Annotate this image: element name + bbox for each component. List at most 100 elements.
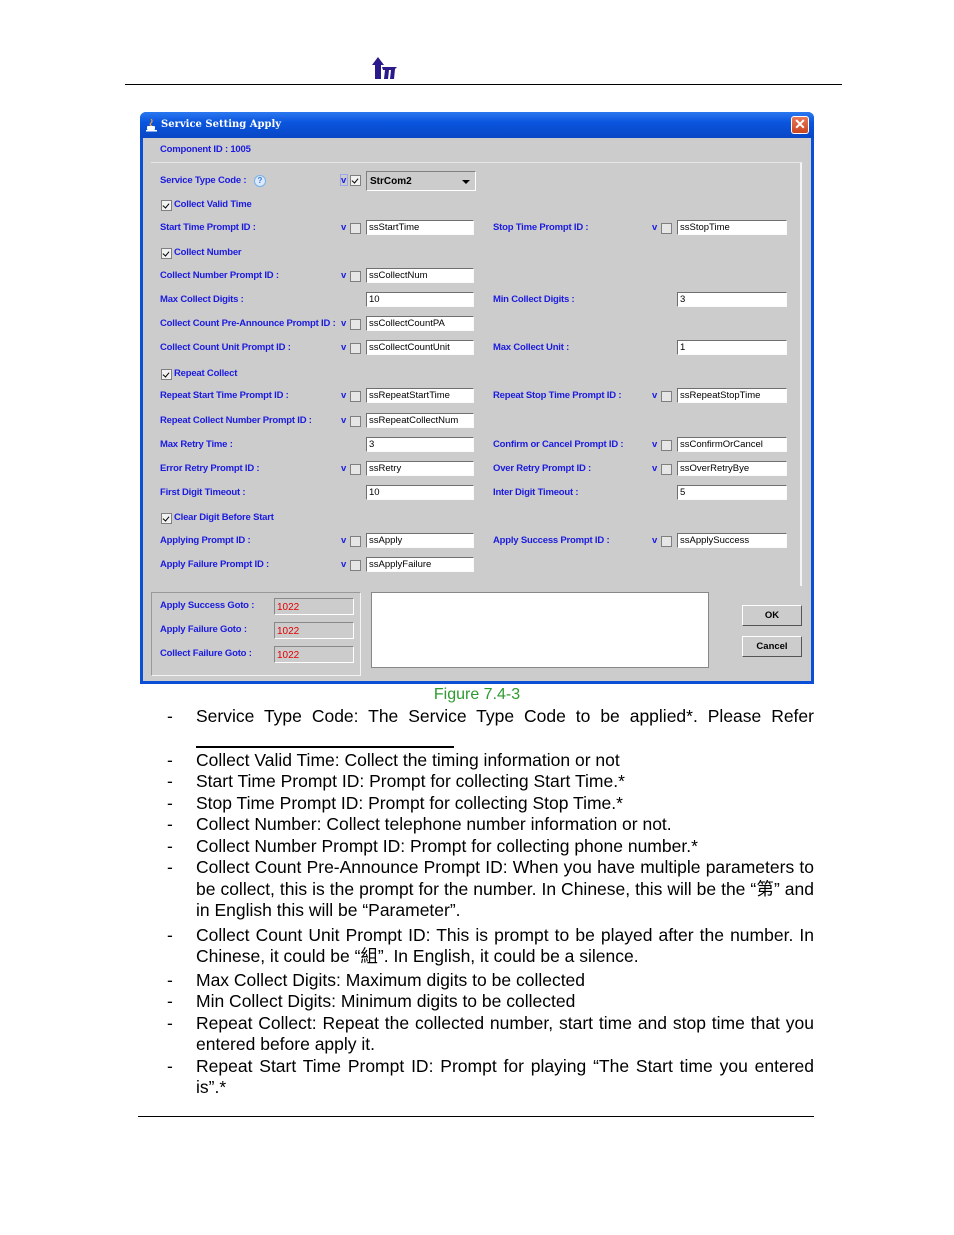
v-marker: v	[341, 535, 347, 546]
list-item: - Repeat Start Time Prompt ID: Prompt for…	[167, 1055, 814, 1098]
collect-number-prompt-v-checkbox[interactable]	[350, 271, 361, 282]
collect-failure-goto-value[interactable]: 1022	[274, 646, 354, 663]
over-retry-prompt-input[interactable]	[677, 461, 787, 476]
v-marker: v	[341, 390, 347, 401]
list-item: - Collect Count Pre-Announce Prompt ID: W…	[167, 857, 814, 920]
message-text-area[interactable]	[371, 592, 709, 668]
repeat-stop-time-prompt-v-checkbox[interactable]	[661, 391, 672, 402]
v-marker: v	[341, 318, 347, 329]
v-marker: v	[341, 270, 347, 281]
collect-number-prompt-input[interactable]	[366, 268, 474, 283]
collect-number-checkbox[interactable]	[161, 248, 172, 259]
repeat-collect-checkbox[interactable]	[161, 369, 172, 380]
apply-success-prompt-v-checkbox[interactable]	[661, 536, 672, 547]
close-icon: ✕	[794, 116, 806, 132]
first-digit-timeout-input[interactable]	[366, 485, 474, 500]
max-retry-time-input[interactable]	[366, 437, 474, 452]
error-retry-prompt-v-checkbox[interactable]	[350, 464, 361, 475]
collect-count-pa-prompt-label: Collect Count Pre-Announce Prompt ID :	[160, 318, 336, 329]
collect-count-pa-prompt-input[interactable]	[366, 316, 474, 331]
help-icon[interactable]: ?	[254, 175, 266, 187]
ok-button[interactable]: OK	[742, 605, 802, 626]
list-item: - Service Type Code: The Service Type Cod…	[167, 706, 814, 726]
collect-count-pa-prompt-v-checkbox[interactable]	[350, 319, 361, 330]
start-time-prompt-v-checkbox[interactable]	[350, 223, 361, 234]
v-marker: v	[341, 175, 347, 186]
java-cup-icon	[146, 118, 157, 132]
service-type-code-value: StrCom2	[370, 176, 412, 187]
first-digit-timeout-label: First Digit Timeout :	[160, 487, 246, 498]
list-item: - Repeat Collect: Repeat the collected nu…	[167, 1012, 814, 1055]
repeat-start-time-prompt-label: Repeat Start Time Prompt ID :	[160, 390, 289, 401]
min-collect-digits-input[interactable]	[677, 292, 787, 307]
list-item: - Max Collect Digits: Maximum digits to b…	[167, 969, 586, 990]
apply-failure-prompt-label: Apply Failure Prompt ID :	[160, 559, 270, 570]
v-marker: v	[652, 222, 658, 233]
collect-number-label: Collect Number	[174, 247, 242, 258]
list-item: - Stop Time Prompt ID: Prompt for collect…	[167, 792, 623, 813]
collect-count-unit-prompt-label: Collect Count Unit Prompt ID :	[160, 342, 291, 353]
repeat-stop-time-prompt-label: Repeat Stop Time Prompt ID :	[493, 390, 622, 401]
stop-time-prompt-input[interactable]	[677, 220, 787, 235]
apply-failure-goto-label: Apply Failure Goto :	[160, 624, 247, 635]
v-marker: v	[341, 415, 347, 426]
cancel-button[interactable]: Cancel	[742, 636, 802, 657]
clear-digit-before-start-checkbox[interactable]	[161, 513, 172, 524]
collect-valid-time-checkbox[interactable]	[161, 200, 172, 211]
list-item: - Start Time Prompt ID: Prompt for collec…	[167, 771, 625, 791]
applying-prompt-v-checkbox[interactable]	[350, 536, 361, 547]
apply-success-prompt-input[interactable]	[677, 533, 787, 548]
service-type-code-v-checkbox[interactable]	[350, 175, 361, 186]
repeat-stop-time-prompt-input[interactable]	[677, 388, 787, 403]
start-time-prompt-label: Start Time Prompt ID :	[160, 222, 256, 233]
service-type-code-label: Service Type Code :	[160, 175, 247, 186]
confirm-cancel-prompt-input[interactable]	[677, 437, 787, 452]
max-collect-digits-input[interactable]	[366, 292, 474, 307]
repeat-start-time-prompt-v-checkbox[interactable]	[350, 391, 361, 402]
inter-digit-timeout-input[interactable]	[677, 485, 787, 500]
repeat-collect-number-prompt-input[interactable]	[366, 413, 474, 428]
list-item: - Collect Number: Collect telephone numbe…	[167, 814, 672, 834]
max-collect-digits-label: Max Collect Digits :	[160, 294, 244, 305]
max-collect-unit-input[interactable]	[677, 340, 787, 355]
v-marker: v	[652, 390, 658, 401]
list-item: - Min Collect Digits: Minimum digits to b…	[167, 991, 576, 1011]
repeat-collect-number-prompt-v-checkbox[interactable]	[350, 416, 361, 427]
chevron-down-icon	[462, 180, 470, 184]
service-type-code-dropdown[interactable]: StrCom2	[366, 171, 476, 191]
start-time-prompt-input[interactable]	[366, 220, 474, 235]
error-retry-prompt-input[interactable]	[366, 461, 474, 476]
confirm-cancel-prompt-v-checkbox[interactable]	[661, 440, 672, 451]
collect-number-prompt-label: Collect Number Prompt ID :	[160, 270, 279, 281]
v-marker: v	[341, 342, 347, 353]
v-marker: v	[652, 535, 658, 546]
apply-failure-prompt-input[interactable]	[366, 557, 474, 572]
repeat-collect-label: Repeat Collect	[174, 368, 238, 379]
v-marker: v	[652, 439, 658, 450]
clear-digit-before-start-label: Clear Digit Before Start	[174, 512, 274, 523]
repeat-start-time-prompt-input[interactable]	[366, 388, 474, 403]
title-bar[interactable]: Service Setting Apply ✕	[140, 112, 814, 138]
applying-prompt-label: Applying Prompt ID :	[160, 535, 251, 546]
stop-time-prompt-v-checkbox[interactable]	[661, 223, 672, 234]
over-retry-prompt-v-checkbox[interactable]	[661, 464, 672, 475]
dialog-client-area: Component ID : 1005 Service Type Code : …	[143, 138, 811, 681]
reference-link-underline[interactable]	[167, 728, 814, 750]
component-id-label: Component ID : 1005	[160, 144, 251, 155]
collect-failure-goto-label: Collect Failure Goto :	[160, 648, 252, 659]
collect-count-unit-prompt-v-checkbox[interactable]	[350, 343, 361, 354]
apply-failure-goto-value[interactable]: 1022	[274, 622, 354, 639]
confirm-cancel-prompt-label: Confirm or Cancel Prompt ID :	[493, 439, 624, 450]
applying-prompt-input[interactable]	[366, 533, 474, 548]
figure-caption: Figure 7.4-3	[433, 686, 521, 703]
header-rule	[125, 84, 842, 85]
apply-failure-prompt-v-checkbox[interactable]	[350, 560, 361, 571]
over-retry-prompt-label: Over Retry Prompt ID :	[493, 463, 592, 474]
close-button[interactable]: ✕	[791, 116, 809, 134]
error-retry-prompt-label: Error Retry Prompt ID :	[160, 463, 260, 474]
collect-count-unit-prompt-input[interactable]	[366, 340, 474, 355]
list-item: - Collect Valid Time: Collect the timing …	[167, 749, 620, 770]
description-list: - Service Type Code: The Service Type Cod…	[167, 706, 814, 1099]
apply-success-goto-value[interactable]: 1022	[274, 598, 354, 615]
apply-success-goto-label: Apply Success Goto :	[160, 600, 255, 611]
